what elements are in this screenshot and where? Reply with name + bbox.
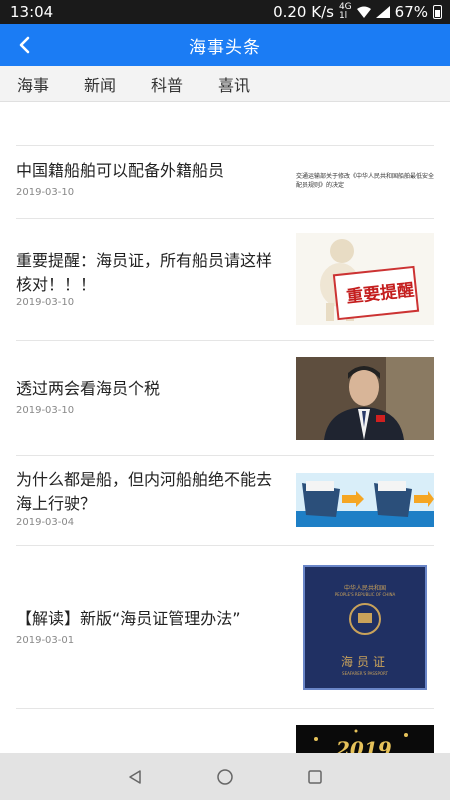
list-item[interactable]: 2019 — [16, 709, 434, 753]
news-title: 中国籍船舶可以配备外籍船员 — [16, 161, 225, 180]
news-title: 为什么都是船，但内河船舶绝不能去海上行驶？ — [16, 470, 273, 513]
news-date: 2019-03-01 — [16, 635, 75, 646]
news-thumbnail: 重要提醒 — [296, 233, 434, 325]
news-thumbnail: 交通运输部关于修改《中华人民共和国船舶最低安全配员规则》的决定 — [296, 173, 434, 189]
status-icons: 0.20 K/s 4G 1l 67% — [273, 3, 442, 21]
news-date: 2019-03-10 — [16, 405, 75, 416]
square-recents-icon — [308, 769, 322, 784]
status-bar: 13:04 0.20 K/s 4G 1l 67% — [0, 0, 450, 24]
list-item[interactable]: 透过两会看海员个税 2019-03-10 — [16, 341, 434, 456]
triangle-back-icon — [129, 769, 141, 784]
battery-percent: 67% — [394, 3, 428, 21]
back-nav-button[interactable] — [125, 767, 145, 787]
circle-home-icon — [217, 768, 233, 785]
status-time: 13:04 — [10, 3, 54, 21]
tab-news[interactable]: 新闻 — [84, 72, 116, 96]
battery-icon — [433, 5, 442, 19]
news-date: 2019-03-04 — [16, 517, 75, 528]
app-bar: 海事头条 — [0, 24, 450, 66]
news-thumbnail — [296, 357, 434, 440]
list-item[interactable]: 为什么都是船，但内河船舶绝不能去海上行驶？ 2019-03-04 — [16, 456, 434, 546]
network-speed: 0.20 K/s — [273, 3, 334, 21]
chevron-left-icon — [19, 36, 30, 54]
page-title: 海事头条 — [189, 37, 261, 58]
news-date: 2019-03-10 — [16, 297, 75, 308]
wifi-icon — [356, 6, 371, 18]
news-title: 【解读】新版“海员证管理办法” — [16, 609, 241, 628]
signal-icon — [375, 6, 390, 18]
list-item[interactable]: 【解读】新版“海员证管理办法” 2019-03-01 中华人民共和国 PEOPL… — [16, 546, 434, 709]
back-button[interactable] — [12, 32, 38, 58]
home-nav-button[interactable] — [215, 767, 235, 787]
recents-nav-button[interactable] — [305, 767, 325, 787]
list-item[interactable]: 重要提醒：海员证，所有船员请这样核对！！！ 2019-03-10 重要提醒 — [16, 219, 434, 341]
tab-science[interactable]: 科普 — [151, 72, 183, 96]
news-title: 重要提醒：海员证，所有船员请这样核对！！！ — [16, 251, 273, 294]
news-list: 中国籍船舶可以配备外籍船员 2019-03-10 交通运输部关于修改《中华人民共… — [0, 102, 450, 753]
system-nav-bar — [0, 753, 450, 800]
news-thumbnail: 中华人民共和国 PEOPLE'S REPUBLIC OF CHINA 海员证 S… — [303, 565, 427, 690]
news-title: 透过两会看海员个税 — [16, 379, 161, 398]
list-item[interactable]: 中国籍船舶可以配备外籍船员 2019-03-10 交通运输部关于修改《中华人民共… — [16, 146, 434, 219]
news-thumbnail — [296, 473, 434, 527]
tab-maritime[interactable]: 海事 — [17, 72, 49, 96]
category-tabs: 海事 新闻 科普 喜讯 — [0, 66, 450, 102]
news-thumbnail: 2019 — [296, 725, 434, 753]
network-type: 4G 1l — [338, 2, 352, 21]
tab-good-news[interactable]: 喜讯 — [218, 72, 250, 96]
news-date: 2019-03-10 — [16, 187, 75, 198]
